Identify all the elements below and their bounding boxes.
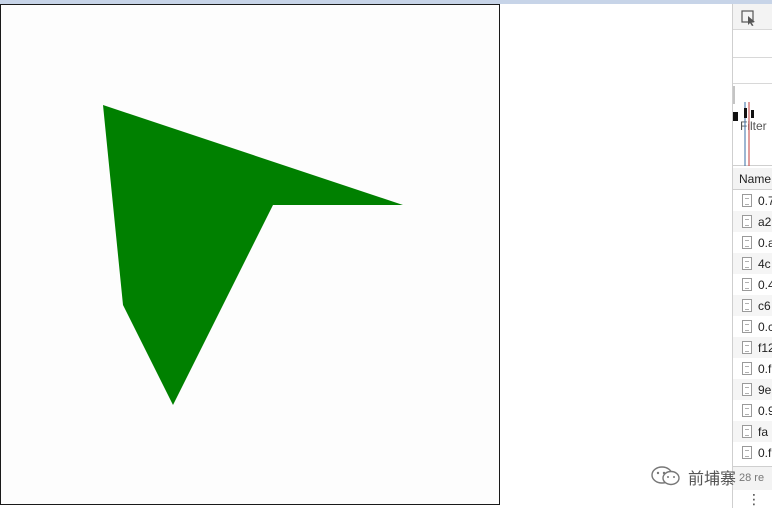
- watermark: 前埔寨: [650, 462, 736, 488]
- canvas: [0, 4, 500, 505]
- request-name: 0.7: [758, 194, 772, 208]
- request-name: a2: [758, 215, 772, 229]
- file-icon: [742, 236, 752, 249]
- devtools-top-toolbar: [733, 4, 772, 30]
- request-row[interactable]: 0.4: [733, 274, 772, 295]
- file-icon: [742, 215, 752, 228]
- request-name: 9e: [758, 383, 772, 397]
- request-row[interactable]: 4c: [733, 253, 772, 274]
- canvas-drawing: [103, 105, 403, 405]
- request-name: f12: [758, 341, 772, 355]
- request-list: 0.7 a2 0.a 4c 0.4 c6 0.c f12 0.f 9e 0.9 fa 0.f: [733, 190, 772, 463]
- cursor-inspect-icon[interactable]: [741, 10, 757, 26]
- request-name: 0.f: [758, 446, 772, 460]
- file-icon: [742, 257, 752, 270]
- file-icon: [742, 194, 752, 207]
- name-column-header[interactable]: Name: [733, 168, 772, 190]
- filter-row: Filter: [733, 58, 772, 133]
- status-bar: 28 re: [733, 466, 772, 490]
- network-overview: [733, 84, 772, 166]
- request-row[interactable]: 0.c: [733, 316, 772, 337]
- request-name: 4c: [758, 257, 771, 271]
- file-icon: [742, 341, 752, 354]
- file-icon: [742, 278, 752, 291]
- request-row[interactable]: a2: [733, 211, 772, 232]
- devtools-network-panel: Filter Name 0.7a20.a4c0.4c60.cf120.f9e0.…: [732, 4, 772, 508]
- request-row[interactable]: 9e: [733, 379, 772, 400]
- request-name: 0.9: [758, 404, 772, 418]
- file-icon: [742, 299, 752, 312]
- request-name: 0.f: [758, 362, 772, 376]
- request-row[interactable]: fa: [733, 421, 772, 442]
- request-row[interactable]: 0.f: [733, 358, 772, 379]
- request-name: 0.a: [758, 236, 772, 250]
- network-toolbar: [733, 30, 772, 76]
- file-icon: [742, 404, 752, 417]
- request-count: 28 re: [739, 472, 765, 484]
- request-row[interactable]: 0.9: [733, 400, 772, 421]
- file-icon: [742, 320, 752, 333]
- vertical-ellipsis-icon[interactable]: ⋮: [747, 492, 761, 506]
- request-name: 0.4: [758, 278, 772, 292]
- file-icon: [742, 362, 752, 375]
- waterfall-overview: [733, 86, 754, 166]
- watermark-text: 前埔寨: [688, 469, 737, 488]
- request-row[interactable]: f12: [733, 337, 772, 358]
- request-row[interactable]: 0.f: [733, 442, 772, 463]
- request-name: fa: [758, 425, 769, 439]
- request-name: c6: [758, 299, 771, 313]
- file-icon: [742, 425, 752, 438]
- file-icon: [742, 383, 752, 396]
- name-header-label: Name: [739, 172, 772, 186]
- request-row[interactable]: c6: [733, 295, 772, 316]
- wechat-icon: [651, 466, 680, 486]
- request-row[interactable]: 0.7: [733, 190, 772, 211]
- request-name: 0.c: [758, 320, 772, 334]
- file-icon: [742, 446, 752, 459]
- request-row[interactable]: 0.a: [733, 232, 772, 253]
- green-polygon: [103, 105, 403, 405]
